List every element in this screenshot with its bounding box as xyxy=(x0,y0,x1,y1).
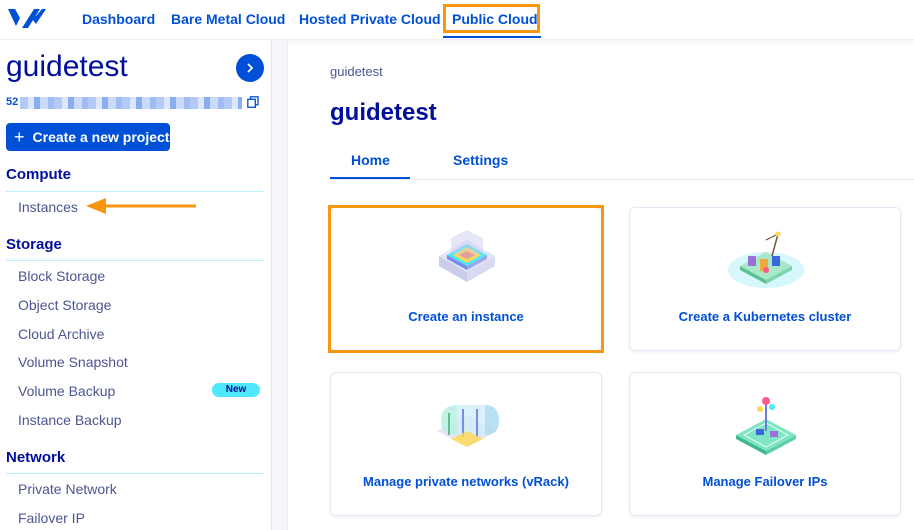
tile-label: Manage Failover IPs xyxy=(702,474,828,489)
vrack-illustration-icon xyxy=(437,405,499,447)
nav-active-underline xyxy=(443,36,541,38)
breadcrumb[interactable]: guidetest xyxy=(330,64,383,79)
sidebar-item-private-network[interactable]: Private Network xyxy=(18,481,117,497)
tab-home[interactable]: Home xyxy=(351,152,390,168)
sidebar-item-block-storage[interactable]: Block Storage xyxy=(18,268,105,284)
project-name: guidetest xyxy=(6,50,128,83)
tile-create-kubernetes[interactable]: Create a Kubernetes cluster xyxy=(629,207,901,351)
tile-manage-vrack[interactable]: Manage private networks (vRack) xyxy=(330,372,602,516)
nav-dashboard[interactable]: Dashboard xyxy=(82,11,155,27)
new-badge: New xyxy=(212,383,260,397)
top-navigation: Dashboard Bare Metal Cloud Hosted Privat… xyxy=(0,0,914,40)
nav-hosted-private-cloud[interactable]: Hosted Private Cloud xyxy=(299,11,441,27)
project-id-redacted xyxy=(20,97,242,109)
copy-icon[interactable] xyxy=(247,96,259,108)
section-divider xyxy=(6,260,264,261)
sidebar-item-volume-backup[interactable]: Volume Backup xyxy=(18,383,115,399)
tile-highlight-box xyxy=(328,205,604,353)
tile-manage-failover-ips[interactable]: Manage Failover IPs xyxy=(629,372,901,516)
nav-public-cloud[interactable]: Public Cloud xyxy=(452,11,538,27)
sidebar-collapse-button[interactable] xyxy=(236,54,264,82)
tab-bar: Home Settings xyxy=(330,144,914,180)
create-project-button[interactable]: + Create a new project xyxy=(6,123,170,151)
section-storage: Storage xyxy=(6,236,62,253)
tile-label: Manage private networks (vRack) xyxy=(363,474,569,489)
tile-label: Create a Kubernetes cluster xyxy=(678,309,852,324)
tab-active-indicator xyxy=(330,177,410,179)
section-divider xyxy=(6,191,264,192)
sidebar-item-volume-snapshot[interactable]: Volume Snapshot xyxy=(18,354,128,370)
section-network: Network xyxy=(6,449,66,466)
tab-settings[interactable]: Settings xyxy=(453,152,508,168)
ovh-logo-icon[interactable] xyxy=(6,6,48,32)
section-compute: Compute xyxy=(6,166,71,183)
sidebar-item-cloud-archive[interactable]: Cloud Archive xyxy=(18,326,104,342)
sidebar-item-failover-ip[interactable]: Failover IP xyxy=(18,510,85,526)
sidebar: guidetest 52 + Create a new project Comp… xyxy=(0,40,272,530)
chevron-right-icon xyxy=(247,63,254,73)
page-title: guidetest xyxy=(330,99,437,126)
section-divider xyxy=(6,473,264,474)
sidebar-item-instance-backup[interactable]: Instance Backup xyxy=(18,412,122,428)
project-id: 52 xyxy=(6,96,19,108)
arrow-left-icon xyxy=(86,198,196,214)
sidebar-item-object-storage[interactable]: Object Storage xyxy=(18,297,111,313)
plus-icon: + xyxy=(14,126,25,147)
create-project-label: Create a new project xyxy=(32,129,170,145)
kubernetes-illustration-icon xyxy=(728,231,804,288)
sidebar-gutter xyxy=(272,40,288,530)
nav-bare-metal-cloud[interactable]: Bare Metal Cloud xyxy=(171,11,285,27)
sidebar-item-instances[interactable]: Instances xyxy=(18,199,78,215)
failover-ip-illustration-icon xyxy=(736,397,796,455)
